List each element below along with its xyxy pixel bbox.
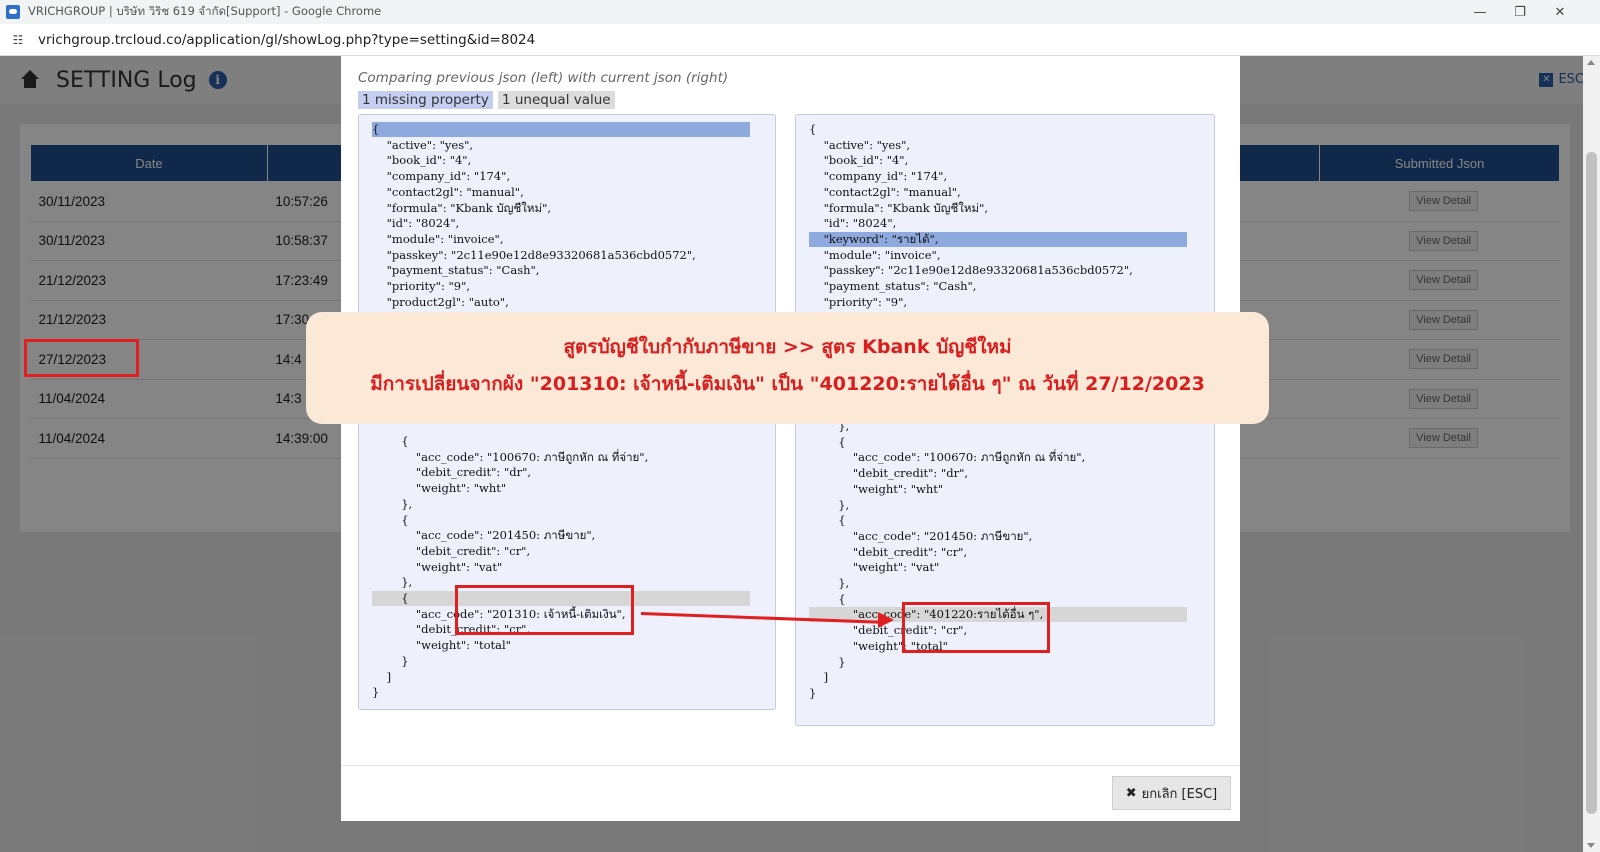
json-line: { [809,513,846,528]
json-line: { [809,122,817,136]
url-text[interactable]: vrichgroup.trcloud.co/application/gl/sho… [38,32,535,48]
json-line: "acc_code": "201450: ภาษีขาย", [372,528,596,543]
json-line: "product2gl": "auto", [372,294,509,309]
missing-property-badge: 1 missing property [358,91,493,109]
json-line: "passkey": "2c11e90e12d8e93320681a536cbd… [372,247,696,262]
json-line: "id": "8024", [809,216,897,231]
cancel-label: ยกเลิก [ESC] [1141,786,1218,802]
json-line: { [809,591,846,606]
restore-icon[interactable]: ❐ [1500,0,1540,24]
json-line: } [809,654,846,669]
json-line: ] [372,669,392,684]
json-line: "passkey": "2c11e90e12d8e93320681a536cbd… [809,263,1133,278]
address-bar[interactable]: ☷ vrichgroup.trcloud.co/application/gl/s… [0,24,1600,56]
new-value-highlight-box [902,602,1050,653]
json-line: "priority": "9", [372,279,471,293]
close-icon: ✖ [1125,785,1137,801]
cancel-button[interactable]: ✖ ยกเลิก [ESC] [1112,776,1231,810]
json-line: "active": "yes", [809,137,911,152]
json-line: "formula": "Kbank บัญชีใหม่", [372,200,552,215]
json-line: }, [809,497,850,512]
json-line: }, [372,496,413,511]
json-line: { [372,122,380,136]
json-line: "module": "invoice", [809,247,941,262]
json-line: "weight": "wht" [372,481,507,496]
json-line: } [372,653,409,668]
json-line: } [809,685,817,700]
json-line: "contact2gl": "manual", [809,184,961,199]
date-highlight-box [24,339,139,377]
json-line: "keyword": "รายได้", [809,231,939,246]
json-line: "company_id": "174", [372,169,511,184]
modal-footer: ✖ ยกเลิก [ESC] [341,765,1240,821]
json-line: "debit_credit": "dr", [372,465,532,480]
json-line: "payment_status": "Cash", [809,279,977,293]
json-line: "module": "invoice", [372,231,504,246]
browser-titlebar: VRICHGROUP | บริษัท วิริช 619 จำกัด[Supp… [0,0,1600,24]
json-line: "debit_credit": "dr", [809,466,969,481]
json-line: "payment_status": "Cash", [372,263,540,278]
json-line: { [372,591,409,605]
json-line: "active": "yes", [372,137,474,152]
json-line: ] [809,670,829,685]
compare-note: Comparing previous json (left) with curr… [358,70,729,86]
json-line: "book_id": "4", [372,153,472,168]
scrollbar-thumb[interactable] [1586,152,1597,814]
json-line: "contact2gl": "manual", [372,184,524,199]
json-line: "book_id": "4", [809,153,909,168]
json-line: "weight": "total" [372,638,511,653]
json-line: "debit_credit": "cr", [809,544,968,559]
scroll-down-icon[interactable] [1587,843,1595,848]
json-line: "debit_credit": "cr", [372,543,531,558]
unequal-value-badge: 1 unequal value [498,91,615,109]
json-line: "acc_code": "100670: ภาษีถูกหัก ณ ที่จ่า… [809,450,1086,465]
annotation-line-2: มีการเปลี่ยนจากผัง "201310: เจ้าหนี้-เติ… [370,373,1205,395]
json-line: { [372,512,409,527]
annotation-callout: สูตรบัญชีใบกำกับภาษีขาย >> สูตร Kbank บั… [306,312,1269,424]
missing-property-highlight [372,122,750,137]
json-line: "acc_code": "201450: ภาษีขาย", [809,528,1033,543]
annotation-line-1: สูตรบัญชีใบกำกับภาษีขาย >> สูตร Kbank บั… [563,336,1012,358]
json-line: "company_id": "174", [809,169,948,184]
json-line: { [372,434,409,448]
json-line: "id": "8024", [372,216,460,231]
json-line: } [372,685,380,700]
arrow-right-icon [878,612,894,628]
scroll-up-icon[interactable] [1587,60,1595,65]
json-compare-modal: Comparing previous json (left) with curr… [341,56,1240,821]
json-line: "acc_code": "100670: ภาษีถูกหัก ณ ที่จ่า… [372,449,649,464]
json-line: "weight": "vat" [372,559,503,574]
json-line: { [809,434,846,449]
minimize-icon[interactable]: — [1460,0,1500,24]
close-window-icon[interactable]: ✕ [1540,0,1580,24]
json-line: "weight": "wht" [809,481,944,496]
json-line: }, [809,576,850,590]
window-title: VRICHGROUP | บริษัท วิริช 619 จำกัด[Supp… [28,4,382,18]
json-line: "priority": "9", [809,294,908,309]
json-line: }, [372,575,413,590]
page-scrollbar[interactable] [1583,56,1600,852]
app-icon [6,5,20,19]
site-settings-icon[interactable]: ☷ [10,32,26,48]
old-value-highlight-box [455,585,634,635]
json-line: "formula": "Kbank บัญชีใหม่", [809,200,989,215]
json-line: "weight": "vat" [809,560,940,575]
